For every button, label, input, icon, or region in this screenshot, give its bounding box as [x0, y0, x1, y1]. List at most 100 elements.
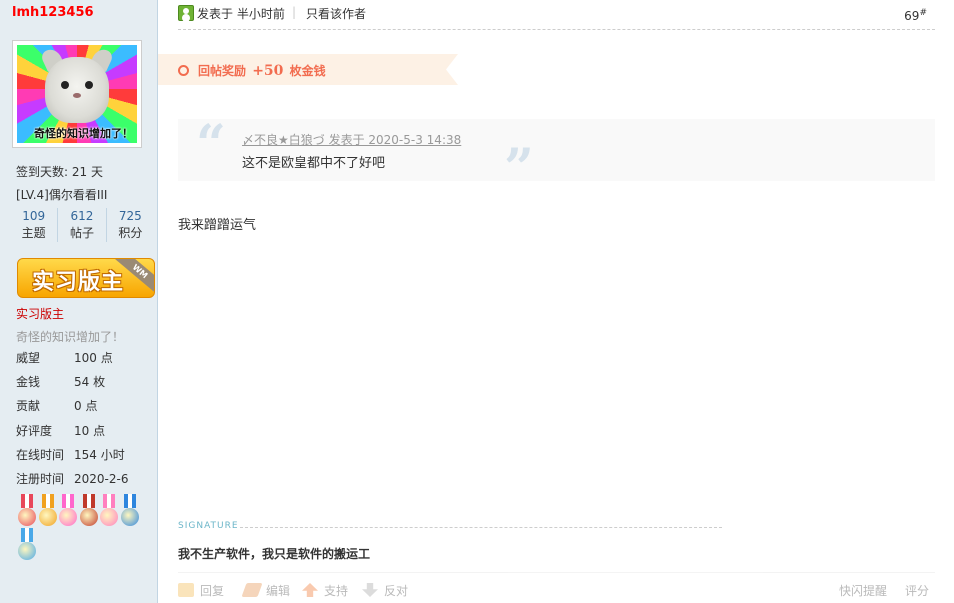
avatar[interactable]: 奇怪的知识增加了！ [12, 40, 142, 148]
stat-topics-count: 109 [22, 209, 46, 223]
stat-posts-label: 帖子 [69, 226, 94, 240]
medal-ribbon [62, 494, 74, 508]
signature-text: 我不生产软件，我只是软件的搬运工 [178, 547, 371, 561]
field-rating: 好评度 10 点 [16, 423, 128, 447]
oppose-button[interactable]: 反对 [362, 582, 408, 599]
oppose-label: 反对 [384, 584, 409, 598]
floor-number-value: 69 [904, 9, 920, 23]
avatar-caption: 奇怪的知识增加了！ [34, 127, 133, 140]
medal-disc [38, 508, 57, 526]
flash-remind-button[interactable]: 快闪提醒 [839, 582, 887, 599]
reply-label: 回复 [200, 584, 225, 598]
medal-icon[interactable] [58, 494, 78, 528]
medal-disc [79, 508, 98, 526]
header-separator: | [292, 5, 297, 19]
reward-circle-icon [178, 65, 189, 76]
medal-icon[interactable] [17, 494, 37, 528]
stat-points-label: 积分 [118, 226, 143, 240]
reward-amount: +50 [252, 63, 284, 79]
field-key: 贡献 [16, 399, 41, 414]
only-author-link[interactable]: 只看该作者 [306, 5, 366, 22]
post-actions-bar: 回复 编辑 支持 反对 快闪提醒 评分 [178, 572, 935, 603]
user-stats: 109 主题 612 帖子 725 积分 [10, 208, 154, 242]
post-header: 发表于 半小时前 | 只看该作者 69# [178, 0, 935, 30]
field-value: 0 点 [74, 399, 98, 414]
field-money: 金钱 54 枚 [16, 374, 128, 398]
medal-icon[interactable] [38, 494, 58, 528]
quote-close-icon: ” [504, 138, 534, 199]
author-username[interactable]: lmh123456 [12, 5, 94, 20]
post-body: 我来蹭蹭运气 [178, 218, 257, 233]
field-key: 威望 [16, 351, 41, 365]
pencil-icon [241, 583, 263, 597]
field-key: 在线时间 [16, 447, 65, 462]
medal-disc [100, 508, 118, 526]
medal-disc [18, 508, 36, 526]
thumb-up-icon [302, 583, 318, 597]
field-value: 10 点 [74, 423, 106, 438]
medal-disc [120, 508, 139, 526]
field-contribution: 贡献 0 点 [16, 398, 128, 422]
post-time: 发表于 半小时前 [197, 7, 285, 21]
field-key: 金钱 [16, 375, 41, 390]
field-key: 好评度 [16, 423, 53, 438]
reply-icon [178, 583, 194, 597]
medal-icon[interactable] [17, 528, 37, 562]
user-motto: 奇怪的知识增加了！ [16, 330, 125, 344]
reply-button[interactable]: 回复 [178, 582, 224, 599]
medal-list [17, 494, 141, 562]
medal-icon[interactable] [79, 494, 99, 528]
cat-eye-right [85, 81, 93, 89]
medal-disc [59, 508, 77, 526]
quote-block: “ 〆不良★白狼づ 发表于 2020-5-3 14:38 这不是欧皇都中不了好吧… [178, 114, 935, 195]
floor-mark: # [919, 8, 927, 18]
user-fields: 威望 100 点 金钱 54 枚 贡献 0 点 好评度 10 点 在线时间 15… [16, 350, 128, 495]
stat-points[interactable]: 725 积分 [107, 208, 154, 242]
field-register-date: 注册时间 2020-2-6 [16, 471, 128, 495]
quote-source-link[interactable]: 〆不良★白狼づ 发表于 2020-5-3 14:38 [242, 131, 461, 148]
rate-button[interactable]: 评分 [905, 582, 929, 599]
badge-text: 实习版主 [32, 270, 125, 295]
checkin-days: 签到天数: 21 天 [16, 165, 103, 179]
medal-ribbon [103, 494, 115, 508]
medal-ribbon [41, 494, 54, 508]
signature-label: SIGNATURE [178, 521, 239, 531]
medal-ribbon [123, 494, 136, 508]
medal-disc [18, 542, 36, 560]
field-value: 100 点 [74, 351, 113, 365]
cat-eye-left [61, 81, 69, 89]
avatar-image: 奇怪的知识增加了！ [17, 45, 137, 143]
quote-text: 这不是欧皇都中不了好吧 [242, 156, 386, 171]
signature-divider [240, 527, 722, 528]
reward-prefix: 回帖奖励 [198, 64, 247, 78]
stat-topics[interactable]: 109 主题 [10, 208, 59, 242]
field-key: 注册时间 [16, 471, 65, 486]
medal-icon[interactable] [99, 494, 119, 528]
field-online-time: 在线时间 154 小时 [16, 447, 128, 471]
field-value: 2020-2-6 [74, 471, 129, 486]
stat-posts-count: 612 [70, 209, 94, 223]
floor-number[interactable]: 69# [904, 8, 927, 23]
medal-ribbon [82, 494, 95, 508]
thumb-down-icon [362, 583, 378, 597]
edit-button[interactable]: 编辑 [241, 582, 290, 599]
medal-icon[interactable] [120, 494, 140, 528]
medal-ribbon [21, 528, 33, 542]
stat-points-count: 725 [118, 209, 142, 223]
support-label: 支持 [324, 584, 349, 598]
cat-head [45, 57, 109, 123]
user-level[interactable]: [LV.4]偶尔看看III [16, 186, 107, 203]
field-prestige: 威望 100 点 [16, 350, 128, 374]
reward-text: 回帖奖励 +50 枚金钱 [198, 62, 326, 79]
user-rank[interactable]: 实习版主 [16, 305, 64, 322]
field-value: 54 枚 [74, 375, 106, 390]
quote-open-icon: “ [196, 114, 226, 175]
reward-suffix: 枚金钱 [289, 64, 326, 78]
stat-posts[interactable]: 612 帖子 [58, 208, 107, 242]
author-profile-panel: lmh123456 奇怪的知识增加了！ 签到天数: 21 天 [LV.4]偶尔看… [0, 0, 158, 603]
support-button[interactable]: 支持 [302, 582, 348, 599]
medal-ribbon [21, 494, 33, 508]
reply-reward-banner: 回帖奖励 +50 枚金钱 [158, 54, 458, 85]
field-value: 154 小时 [74, 447, 125, 462]
cat-nose [73, 93, 81, 98]
